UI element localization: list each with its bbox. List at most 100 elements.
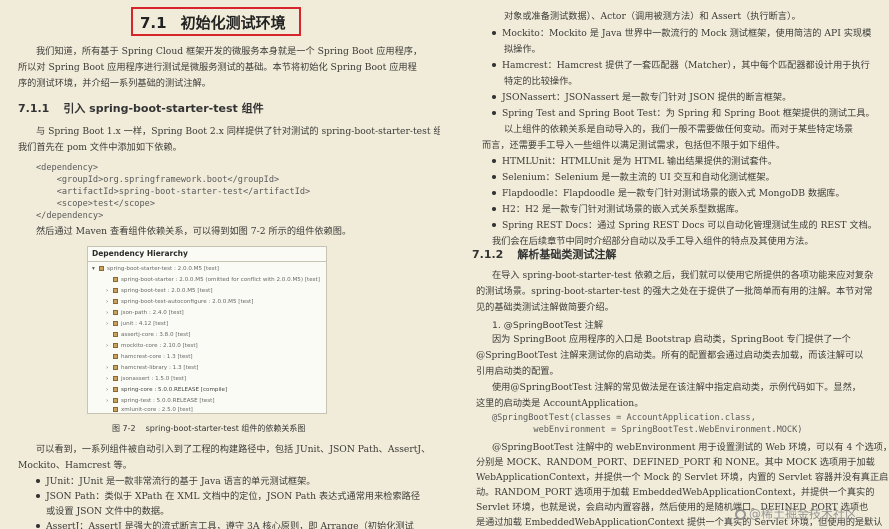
bullet-icon xyxy=(492,174,496,179)
bullet-icon xyxy=(492,206,496,211)
bullet-item: JSONassert：JSONassert 是一款专门针对 JSON 提供的断言… xyxy=(492,90,791,106)
bullet-icon xyxy=(492,110,496,115)
bullet-item: Spring REST Docs：通过 Spring REST Docs 可以自… xyxy=(492,218,877,234)
bullet-icon xyxy=(36,478,40,483)
text-line: 对象或准备测试数据）、Actor（调用被测方法）和 Assert（执行断言）。 xyxy=(504,11,801,22)
jar-icon xyxy=(113,354,118,359)
after-figure-line: 可以看到，一系列组件被自动引入到了工程的构建路径中，包括 JUnit、JSON … xyxy=(36,444,431,455)
expand-icon: › xyxy=(106,343,109,349)
expand-icon: › xyxy=(106,376,109,382)
tree-row: assertj-core : 3.8.0 [test] xyxy=(106,330,190,340)
text-line: 动。RANDOM_PORT 选项用于加载 EmbeddedWebApplicat… xyxy=(476,487,875,498)
jar-icon xyxy=(113,310,118,315)
bullet-item: Hamcrest：Hamcrest 提供了一套匹配器（Matcher），其中每个… xyxy=(492,58,870,74)
bullet-continuation: 特定的比较操作。 xyxy=(504,76,578,87)
bullet-icon xyxy=(36,493,40,498)
bullet-icon xyxy=(492,158,496,163)
tree-row: › spring-boot-test-autoconfigure : 2.0.0.… xyxy=(106,299,254,305)
jar-icon xyxy=(113,398,118,403)
caption-number: 图 7-2 xyxy=(112,424,136,433)
jar-icon xyxy=(113,376,118,381)
section-text-line: 与 Spring Boot 1.x 一样，Spring Boot 2.x 同样提… xyxy=(36,126,440,137)
bullet-item: JSON Path：类似于 XPath 在 XML 文档中的定位，JSON Pa… xyxy=(36,489,420,505)
tree-row: › mockito-core : 2.10.0 [test] xyxy=(106,343,198,349)
code-line: <dependency> xyxy=(36,163,99,173)
tree-row: › spring-boot-test : 2.0.0.M5 [test] xyxy=(106,288,213,294)
text-line: @SpringBootTest 注解中的 webEnvironment 用于设置… xyxy=(492,442,889,453)
tree-row: › json-path : 2.4.0 [test] xyxy=(106,310,184,316)
expand-icon: › xyxy=(106,365,109,371)
juejin-logo-icon xyxy=(735,509,746,520)
collapse-icon: ▾ xyxy=(92,266,95,272)
code-line: @SpringBootTest(classes = AccountApplica… xyxy=(492,413,756,423)
watermark: @稀土掘金技术社区 xyxy=(735,505,857,522)
text-line: 分别是 MOCK、RANDOM_PORT、DEFINED_PORT 和 NONE… xyxy=(476,457,875,468)
jar-icon xyxy=(113,387,118,392)
jar-icon xyxy=(113,407,118,412)
bullet-icon xyxy=(492,190,496,195)
section-text-line: 我们首先在 pom 文件中添加如下依赖。 xyxy=(18,142,182,153)
text-line: 使用@SpringBootTest 注解的常见做法是在该注解中指定启动类，示例代… xyxy=(492,382,861,393)
text-line: 在导入 spring-boot-starter-test 依赖之后，我们就可以使… xyxy=(492,270,874,281)
jar-icon xyxy=(113,321,118,326)
jar-icon xyxy=(113,343,118,348)
code-line: <groupId>org.springframework.boot</group… xyxy=(36,175,280,185)
bullet-item: HTMLUnit：HTMLUnit 是为 HTML 输出结果提供的测试套件。 xyxy=(492,154,777,170)
figure-caption: 图 7-2 spring-boot-starter-test 组件的依赖关系图 xyxy=(112,423,305,434)
bullet-item: Selenium：Selenium 是一款主流的 UI 交互和自动化测试框架。 xyxy=(492,170,775,186)
caption-text: spring-boot-starter-test 组件的依赖关系图 xyxy=(145,424,306,433)
tree-row: xmlunit-core : 2.5.0 [test] xyxy=(106,405,193,415)
chapter-title: 7.1 初始化测试环境 xyxy=(140,12,286,33)
section-number: 7.1.1 xyxy=(18,102,50,115)
dependency-hierarchy-figure: Dependency Hierarchy ▾ spring-boot-starte… xyxy=(87,246,327,414)
section-heading: 7.1.2 解析基础类测试注解 xyxy=(472,246,616,262)
tree-row: › junit : 4.12 [test] xyxy=(106,321,169,327)
text-line: 这里的启动类是 AccountApplication。 xyxy=(476,398,644,409)
intro-line: 所以对 Spring Boot 应用程序进行测试是微服务测试的基础。本节将初始化… xyxy=(18,62,417,73)
after-code-text: 然后通过 Maven 查看组件依赖关系，可以得到如图 7-2 所示的组件依赖图。 xyxy=(36,226,352,237)
left-page: 7.1 初始化测试环境 我们知道，所有基于 Spring Cloud 框架开发的微… xyxy=(0,0,440,529)
intro-line: 序的测试环境，并介绍一系列基础的测试注解。 xyxy=(18,78,211,89)
text-line: 引用启动类的配置。 xyxy=(476,366,559,377)
tree-row: ▾ spring-boot-starter-test : 2.0.0.M5 [te… xyxy=(92,266,219,272)
bullet-item: AssertJ：AssertJ 是强大的流式断言工具，遵守 3A 核心原则，即 … xyxy=(36,519,414,529)
bullet-item: H2：H2 是一款专门针对测试场景的嵌入式关系型数据库。 xyxy=(492,202,744,218)
tree-row: hamcrest-core : 1.3 [test] xyxy=(106,352,193,362)
section-title: 解析基础类测试注解 xyxy=(517,248,617,261)
expand-icon: › xyxy=(106,310,109,316)
code-line: <scope>test</scope> xyxy=(36,199,155,209)
bullet-item: JUnit：JUnit 是一款非常流行的基于 Java 语言的单元测试框架。 xyxy=(36,474,315,490)
expand-icon: › xyxy=(106,387,109,393)
bullet-item: Flapdoodle：Flapdoodle 是一款专门针对测试场景的嵌入式 Mo… xyxy=(492,186,845,202)
jar-icon xyxy=(99,266,104,271)
section-number: 7.1.2 xyxy=(472,248,504,261)
tree-row: spring-boot-starter : 2.0.0.M5 (omitted … xyxy=(106,275,320,285)
jar-icon xyxy=(113,365,118,370)
text-line: 以上组件的依赖关系是自动导入的，我们一般不需要做任何变动。而对于某些特定场景 xyxy=(504,124,854,135)
tree-row: › spring-core : 5.0.0.RELEASE [compile] xyxy=(106,387,228,393)
text-line: 而言，还需要手工导入一些组件以满足测试需求，包括但不限于如下组件。 xyxy=(482,140,786,151)
chapter-title-text: 初始化测试环境 xyxy=(180,14,286,32)
figure-divider xyxy=(88,261,326,262)
section-heading: 7.1.1 引入 spring-boot-starter-test 组件 xyxy=(18,100,264,116)
right-page: 对象或准备测试数据）、Actor（调用被测方法）和 Assert（执行断言）。 … xyxy=(452,0,889,529)
intro-line: 我们知道，所有基于 Spring Cloud 框架开发的微服务本身就是一个 Sp… xyxy=(36,46,423,57)
expand-icon: › xyxy=(106,321,109,327)
chapter-number: 7.1 xyxy=(140,14,167,32)
expand-icon: › xyxy=(106,288,109,294)
jar-icon xyxy=(113,332,118,337)
after-figure-line: Mockito、Hamcrest 等。 xyxy=(18,460,132,471)
bullet-icon xyxy=(492,222,496,227)
figure-title: Dependency Hierarchy xyxy=(92,249,188,258)
code-line: webEnvironment = SpringBootTest.WebEnvir… xyxy=(492,425,803,435)
text-line: 的测试场景。spring-boot-starter-test 的强大之处在于提供… xyxy=(476,286,873,297)
bullet-item: Mockito：Mockito 是 Java 世界中一款流行的 Mock 测试框… xyxy=(492,26,871,42)
bullet-icon xyxy=(36,523,40,528)
section-title: 引入 spring-boot-starter-test 组件 xyxy=(63,102,264,115)
text-line: @SpringBootTest 注解来测试你的启动类。所有的配置都会通过启动类去… xyxy=(476,350,864,361)
code-line: <artifactId>spring-boot-starter-test</ar… xyxy=(36,187,311,197)
text-line: WebApplicationContext，并提供一个 Mock 的 Servl… xyxy=(476,472,889,483)
bullet-icon xyxy=(492,94,496,99)
bullet-item: Spring Test and Spring Boot Test：为 Sprin… xyxy=(492,106,875,122)
expand-icon: › xyxy=(106,299,109,305)
